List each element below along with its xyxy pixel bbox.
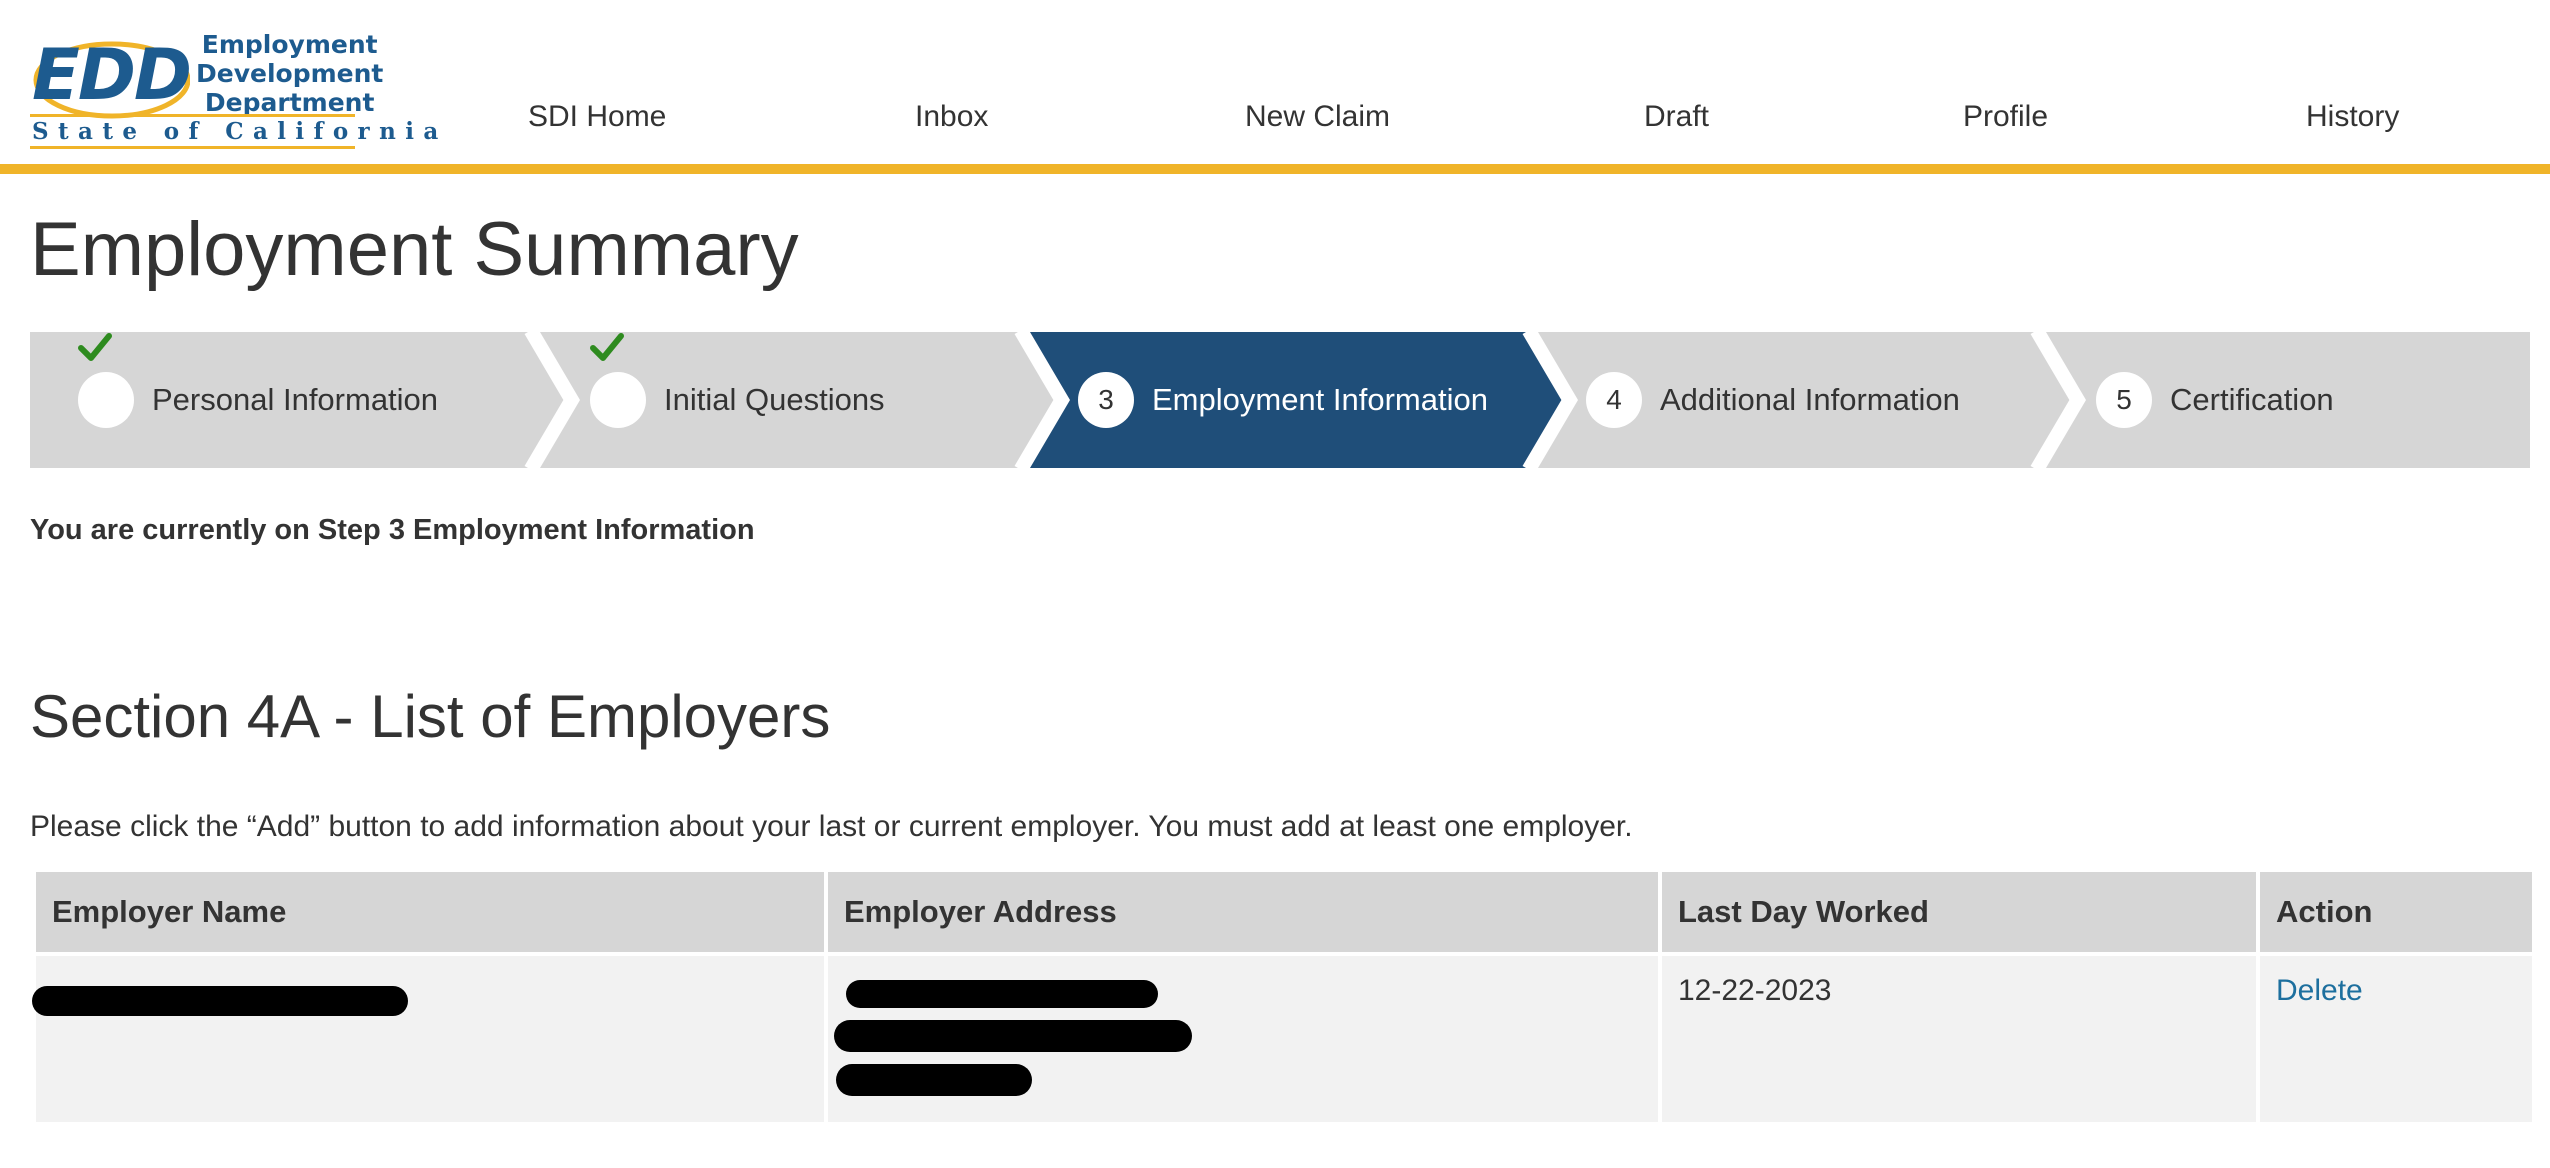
check-icon [590, 333, 646, 428]
step-label: Additional Information [1660, 382, 1960, 417]
instructions-text: Please click the “Add” button to add inf… [30, 810, 1633, 843]
step-certification: 5 Certification [2096, 332, 2334, 468]
column-header-action: Action [2260, 872, 2532, 952]
logo-department-name: Employment Development Department [196, 30, 384, 117]
employer-name-cell [32, 952, 824, 1122]
redaction-mark [834, 1020, 1192, 1052]
table-header-row: Employer Name Employer Address Last Day … [36, 872, 2532, 952]
redaction-mark [846, 980, 1158, 1008]
logo-state-text: State of California [32, 118, 448, 145]
step-personal-information[interactable]: Personal Information [78, 332, 438, 468]
step-label: Personal Information [152, 382, 439, 417]
action-cell: Delete [2260, 952, 2532, 1122]
nav-inbox[interactable]: Inbox [915, 100, 988, 134]
edd-logo[interactable]: EDD Employment Development Department St… [30, 28, 438, 149]
redaction-mark [32, 986, 408, 1016]
check-icon [78, 333, 134, 428]
employer-address-cell [828, 952, 1658, 1122]
logo-underline [30, 146, 355, 149]
step-additional-information: 4 Additional Information [1586, 332, 1960, 468]
step-number: 4 [1586, 372, 1642, 428]
step-number: 3 [1078, 372, 1134, 428]
step-label: Certification [2170, 382, 2334, 417]
step-label: Initial Questions [664, 382, 885, 417]
step-initial-questions[interactable]: Initial Questions [590, 332, 885, 468]
column-header-employer-name: Employer Name [36, 872, 824, 952]
nav-history[interactable]: History [2306, 100, 2399, 134]
step-number: 5 [2096, 372, 2152, 428]
logo-divider [30, 114, 355, 117]
step-employment-information: 3 Employment Information [1078, 332, 1488, 468]
table-row: 12-22-2023 Delete [32, 952, 2532, 1122]
employers-table: Employer Name Employer Address Last Day … [32, 872, 2536, 1122]
nav-new-claim[interactable]: New Claim [1245, 100, 1390, 134]
page-title: Employment Summary [30, 207, 799, 292]
delete-employer-link[interactable]: Delete [2276, 974, 2363, 1007]
redaction-mark [836, 1064, 1032, 1096]
step-label: Employment Information [1152, 382, 1488, 417]
column-header-employer-address: Employer Address [828, 872, 1658, 952]
column-header-last-day-worked: Last Day Worked [1662, 872, 2256, 952]
progress-stepper: Personal Information Initial Questions 3… [30, 332, 2530, 468]
current-step-text: You are currently on Step 3 Employment I… [30, 514, 755, 546]
nav-profile[interactable]: Profile [1963, 100, 2048, 134]
section-title: Section 4A - List of Employers [30, 683, 831, 750]
nav-sdi-home[interactable]: SDI Home [528, 100, 666, 134]
nav-draft[interactable]: Draft [1644, 100, 1709, 134]
site-header: EDD Employment Development Department St… [0, 0, 2550, 174]
logo-abbreviation: EDD [32, 34, 192, 116]
last-day-worked-cell: 12-22-2023 [1662, 952, 2256, 1122]
